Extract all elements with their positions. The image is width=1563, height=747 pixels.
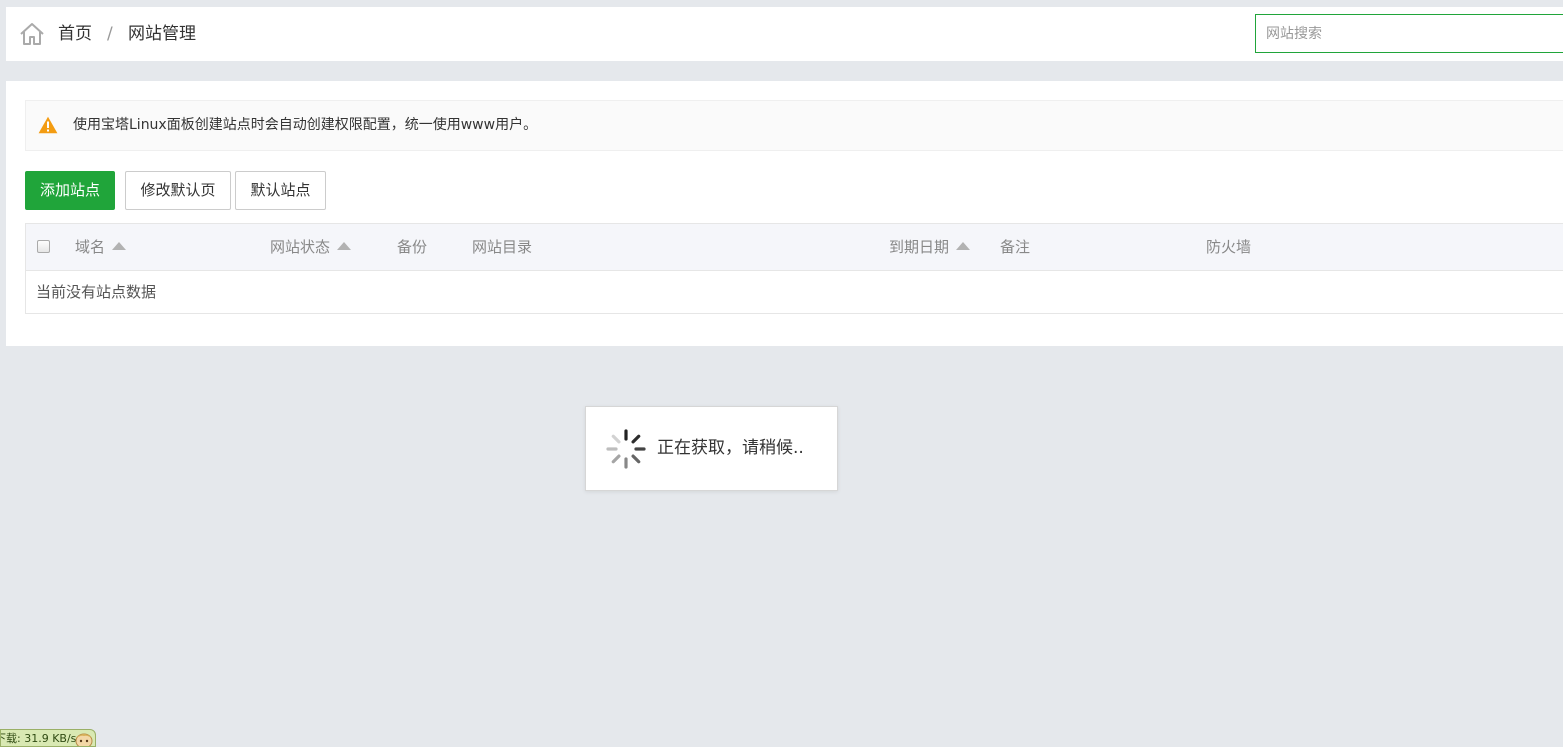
breadcrumb-bar: 首页 / 网站管理 [6, 7, 1563, 61]
table-header: 域名 网站状态 备份 网站目录 到期日期 备注 防火墙 [26, 224, 1563, 271]
site-table: 域名 网站状态 备份 网站目录 到期日期 备注 防火墙 当前没有站点数据 [25, 223, 1563, 314]
add-site-button[interactable]: 添加站点 [25, 171, 115, 210]
download-speed-text: 下载: 31.9 KB/s [0, 732, 77, 745]
column-backup: 备份 [397, 238, 428, 256]
column-firewall: 防火墙 [1206, 238, 1252, 256]
site-search-input[interactable] [1255, 14, 1563, 53]
breadcrumb-home-link[interactable]: 首页 [58, 7, 92, 61]
modify-default-page-button[interactable]: 修改默认页 [125, 171, 231, 210]
download-speed-widget[interactable]: 下载: 31.9 KB/s [0, 729, 96, 747]
column-status[interactable]: 网站状态 [270, 224, 352, 271]
column-note: 备注 [1000, 238, 1031, 256]
spinner-icon [606, 429, 646, 469]
column-expire-date[interactable]: 到期日期 [889, 224, 971, 271]
site-management-panel: 使用宝塔Linux面板创建站点时会自动创建权限配置，统一使用www用户。 添加站… [6, 81, 1563, 346]
loading-text: 正在获取，请稍候.. [657, 438, 804, 458]
column-directory: 网站目录 [472, 238, 533, 256]
mascot-icon [75, 733, 93, 746]
column-domain[interactable]: 域名 [75, 224, 127, 271]
warning-icon [38, 116, 58, 134]
notice-text: 使用宝塔Linux面板创建站点时会自动创建权限配置，统一使用www用户。 [73, 117, 538, 133]
permission-notice: 使用宝塔Linux面板创建站点时会自动创建权限配置，统一使用www用户。 [25, 100, 1563, 151]
sort-asc-icon[interactable] [956, 242, 971, 250]
breadcrumb-separator: / [107, 24, 113, 44]
breadcrumb-current: 网站管理 [128, 24, 196, 44]
empty-table-message: 当前没有站点数据 [36, 283, 157, 301]
sort-asc-icon[interactable] [337, 242, 352, 250]
loading-dialog: 正在获取，请稍候.. [585, 406, 838, 491]
select-all-checkbox[interactable] [37, 240, 50, 253]
home-icon[interactable] [19, 21, 45, 47]
default-site-button[interactable]: 默认站点 [235, 171, 326, 210]
sort-asc-icon[interactable] [112, 242, 127, 250]
